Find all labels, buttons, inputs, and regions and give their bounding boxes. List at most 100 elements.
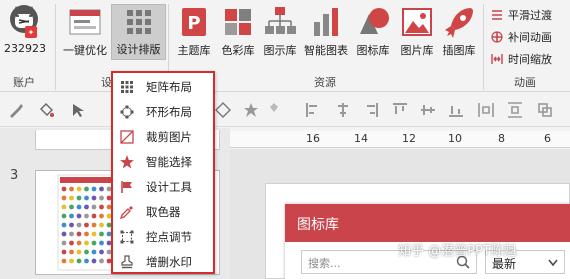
menu-item-design-tools[interactable]: 设计工具 — [113, 174, 213, 199]
thumbnail-swatch — [91, 213, 97, 219]
illustration-library-icon — [445, 8, 473, 38]
smooth-transition-button[interactable]: 平滑过渡 — [490, 6, 552, 24]
icon-library-label: 图标库 — [356, 44, 390, 57]
distribute-vertical-icon[interactable] — [507, 102, 523, 118]
chevron-down-icon — [548, 259, 558, 267]
slide-number: 3 — [10, 168, 19, 183]
smart-chart-label: 智能图表 — [304, 44, 348, 57]
align-bottom-icon[interactable] — [448, 102, 464, 118]
menu-item-matrix-layout[interactable]: 矩阵布局 — [113, 74, 213, 99]
menu-item-handle-adjust[interactable]: 控点调节 — [113, 224, 213, 249]
account-id: 232923 — [4, 42, 46, 55]
thumbnail-swatch — [69, 204, 74, 210]
thumbnail-swatch — [61, 258, 67, 264]
align-right-icon[interactable] — [363, 102, 379, 118]
crop-image-label: 裁剪图片 — [146, 129, 192, 144]
thumbnail-swatch — [76, 222, 82, 228]
tween-animation-icon — [491, 31, 503, 43]
smart-chart-icon — [314, 8, 338, 36]
thumbnail-swatch — [84, 213, 89, 219]
menu-item-ring-layout[interactable]: 环形布局 — [113, 99, 213, 124]
thumbnail-swatch — [84, 240, 89, 246]
horizontal-ruler: 16 14 12 10 8 6 — [230, 131, 570, 148]
thumbnail-swatch — [99, 249, 104, 255]
color-library-button[interactable]: 色彩库 — [218, 4, 258, 58]
theme-library-button[interactable]: P 主题库 — [172, 4, 216, 58]
thumbnail-swatch — [84, 249, 89, 255]
thumbnail-swatch — [69, 195, 74, 201]
thumbnail-swatch — [61, 222, 67, 228]
color-picker-label: 取色器 — [146, 204, 181, 219]
thumbnail-swatch — [99, 195, 104, 201]
handle-adjust-label: 控点调节 — [146, 229, 192, 244]
menu-item-color-picker[interactable]: 取色器 — [113, 199, 213, 224]
ring-layout-label: 环形布局 — [146, 104, 192, 119]
thumbnail-swatch — [84, 195, 89, 201]
thumbnail-swatch — [69, 213, 74, 219]
thumbnail-swatch — [91, 240, 97, 246]
thumbnail-swatch — [84, 231, 89, 237]
thumbnail-swatch — [69, 186, 74, 192]
thumbnail-swatch — [99, 231, 104, 237]
ribbon: ✦ 232923 账户 一键优化 设计排版 设 P 主题库 色彩库 图示库 智能… — [0, 0, 570, 92]
menu-item-watermark[interactable]: 增删水印 — [113, 249, 213, 274]
ruler-mark: 6 — [544, 132, 551, 145]
watermark-label: 增删水印 — [146, 254, 192, 269]
ruler-mark: 14 — [354, 132, 368, 145]
smart-chart-button[interactable]: 智能图表 — [302, 4, 350, 58]
thumbnail-swatch — [69, 222, 74, 228]
shape-icon[interactable] — [215, 102, 231, 118]
menu-item-crop-image[interactable]: 裁剪图片 — [113, 124, 213, 149]
star-icon[interactable] — [243, 102, 259, 118]
watermark-icon — [121, 254, 133, 268]
diagram-library-button[interactable]: 图示库 — [258, 4, 302, 58]
thumbnail-swatch — [91, 186, 97, 192]
thumbnail-swatch — [76, 240, 82, 246]
time-scale-button[interactable]: 时间缩放 — [490, 50, 552, 68]
time-scale-icon — [491, 54, 503, 64]
distribute-horizontal-icon[interactable] — [478, 102, 494, 118]
tween-animation-label: 补间动画 — [508, 31, 552, 44]
divider — [483, 4, 484, 90]
smooth-transition-icon — [492, 10, 502, 20]
crop-image-icon — [120, 129, 134, 144]
thumbnail-swatch — [76, 186, 82, 192]
image-library-icon — [402, 8, 432, 36]
star-dropdown-icon[interactable] — [266, 102, 282, 118]
smart-select-icon — [120, 154, 134, 168]
image-library-button[interactable]: 图片库 — [396, 4, 438, 58]
icon-library-button[interactable]: 图标库 — [352, 4, 394, 58]
align-center-icon[interactable] — [335, 102, 351, 118]
matrix-layout-label: 矩阵布局 — [146, 79, 192, 94]
thumbnail-swatch — [84, 222, 89, 228]
thumbnail-swatch — [61, 204, 67, 210]
thumbnail-swatch — [76, 195, 82, 201]
thumbnail-swatch — [99, 258, 104, 264]
one-click-optimize-button[interactable]: 一键优化 — [60, 4, 110, 58]
account-button[interactable]: ✦ 232923 — [4, 4, 46, 55]
align-top-icon[interactable] — [392, 102, 408, 118]
design-layout-label: 设计排版 — [116, 43, 161, 56]
color-picker-icon — [120, 205, 133, 219]
thumbnail-swatch — [61, 195, 67, 201]
align-middle-icon[interactable] — [420, 102, 436, 118]
group-icon[interactable] — [537, 102, 553, 118]
thumbnail-swatch — [61, 240, 67, 246]
select-icon[interactable] — [70, 102, 86, 118]
thumbnail-swatch — [99, 204, 104, 210]
theme-library-label: 主题库 — [177, 44, 211, 57]
menu-item-smart-select[interactable]: 智能选择 — [113, 149, 213, 174]
ring-layout-icon — [120, 105, 134, 118]
thumbnail-swatch — [91, 231, 97, 237]
theme-library-icon: P — [182, 8, 206, 36]
thumbnail-swatch — [61, 213, 67, 219]
design-tools-icon — [121, 180, 132, 193]
paint-bucket-icon[interactable] — [38, 102, 54, 118]
illustration-library-button[interactable]: 插图库 — [438, 4, 480, 58]
tween-animation-button[interactable]: 补间动画 — [490, 28, 552, 46]
thumbnail-swatch — [76, 204, 82, 210]
brush-icon[interactable] — [8, 102, 24, 118]
align-left-icon[interactable] — [305, 102, 321, 118]
design-layout-button[interactable]: 设计排版 — [111, 4, 166, 60]
thumbnail-swatch — [61, 231, 67, 237]
